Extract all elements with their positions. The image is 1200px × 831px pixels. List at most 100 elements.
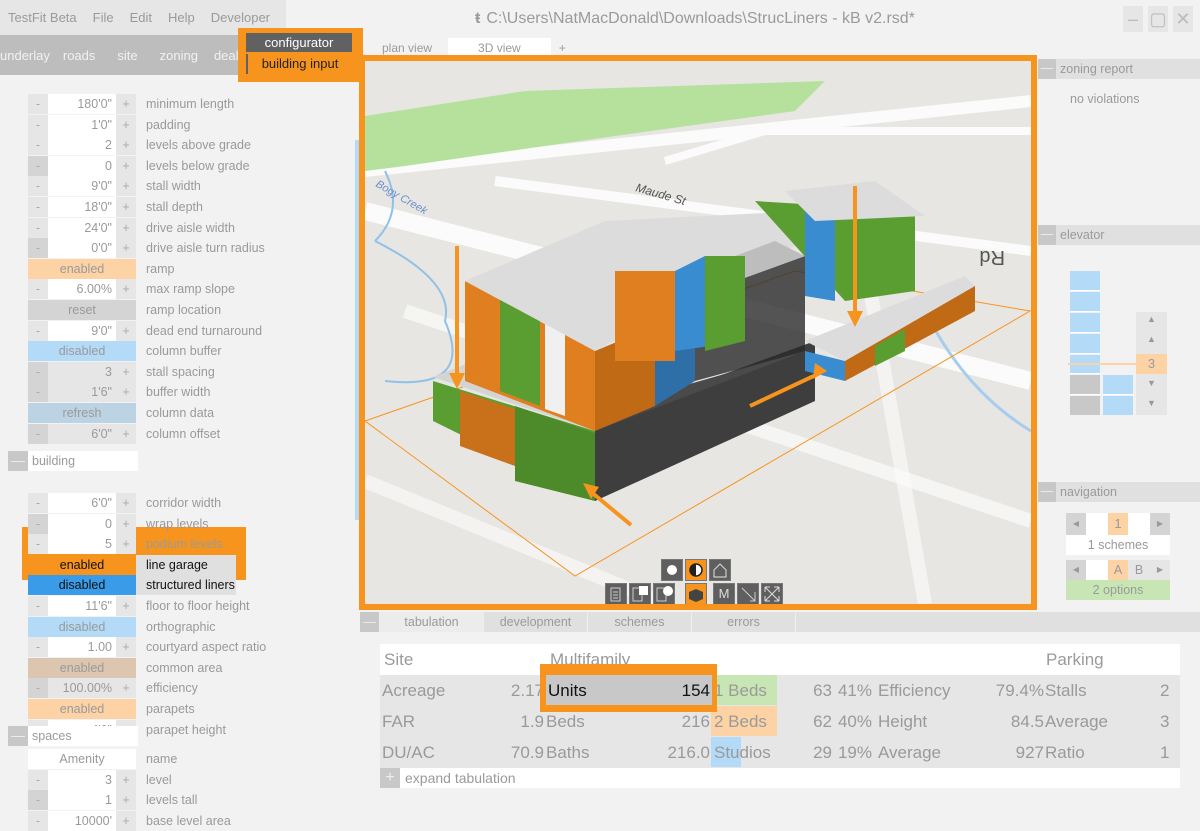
list-square-icon[interactable] [629,583,651,604]
increment-button[interactable]: + [116,596,136,616]
toggle-button[interactable]: enabled [28,657,136,678]
top-level-icon[interactable]: ▲ [1136,314,1167,332]
value-input[interactable]: 24'0" [48,217,116,238]
garage-level[interactable] [1103,396,1133,415]
decrement-button[interactable]: - [28,135,48,156]
increment-button[interactable]: + [116,423,136,444]
3d-viewport[interactable]: Maude St Rd Bogy Creek M [365,61,1031,604]
decrement-button[interactable]: - [28,94,48,114]
maximize-button[interactable]: ▢ [1148,6,1168,32]
toggle-button[interactable]: reset [28,300,136,320]
value-input[interactable]: 11'6" [48,596,116,616]
tab-site[interactable]: site [117,48,159,63]
decrement-button[interactable]: - [28,361,48,382]
value-input[interactable]: 5 [48,534,116,555]
decrement-button[interactable]: - [28,493,48,513]
value-input[interactable]: 10000' [48,810,116,831]
increment-button[interactable]: + [116,534,136,555]
increment-button[interactable]: + [116,94,136,114]
collapse-navigation-button[interactable]: — [1038,482,1056,502]
expand-tabulation-button[interactable]: + [380,768,400,788]
value-input[interactable]: 2 [48,135,116,156]
decrement-button[interactable]: - [28,810,48,831]
increment-button[interactable]: + [116,361,136,382]
increment-button[interactable]: + [116,176,136,197]
value-input[interactable]: 0 [48,513,116,534]
elevator-level[interactable] [1070,334,1100,354]
value-input[interactable]: 1'6" [48,382,116,403]
angle-icon[interactable] [737,583,759,604]
close-button[interactable]: ✕ [1173,6,1193,32]
collapse-bottom-button[interactable]: — [360,612,380,632]
decrement-button[interactable]: - [28,637,48,658]
value-input[interactable]: 3 [48,769,116,790]
menu-edit[interactable]: Edit [122,10,160,25]
home-icon[interactable] [709,559,731,581]
value-input[interactable]: 1.00 [48,637,116,658]
list-circle-icon[interactable] [653,583,675,604]
menu-app[interactable]: TestFit Beta [0,10,85,25]
increment-button[interactable]: + [116,513,136,534]
value-input[interactable]: 0'0" [48,238,116,259]
prev-option-icon[interactable]: ◀ [1066,560,1086,580]
elevator-level[interactable] [1070,271,1100,291]
decrement-button[interactable]: - [28,513,48,534]
increment-button[interactable]: + [116,637,136,658]
option-a[interactable]: A [1108,560,1128,580]
decrement-button[interactable]: - [28,678,48,699]
value-input[interactable]: 1 [48,790,116,811]
tab-development[interactable]: development [484,612,588,632]
increment-button[interactable]: + [116,320,136,341]
decrement-button[interactable]: - [28,596,48,616]
toggle-button[interactable]: disabled [28,616,136,637]
decrement-button[interactable]: - [28,382,48,403]
option-b[interactable]: B [1129,560,1149,580]
increment-button[interactable]: + [116,238,136,259]
elevator-level-below[interactable] [1070,396,1100,415]
increment-button[interactable]: + [116,279,136,300]
dropdown-item-building-input[interactable]: building input [246,54,352,74]
increment-button[interactable]: + [116,382,136,403]
tab-tabulation[interactable]: tabulation [380,612,484,632]
decrement-button[interactable]: - [28,114,48,135]
3d-scene[interactable]: Maude St Rd Bogy Creek [365,61,1031,604]
increment-button[interactable]: + [116,114,136,135]
tab-roads[interactable]: roads [63,48,118,63]
increment-button[interactable]: + [116,493,136,513]
decrement-button[interactable]: - [28,769,48,790]
tab-schemes[interactable]: schemes [588,612,692,632]
increment-button[interactable]: + [116,678,136,699]
tab-zoning[interactable]: zoning [160,48,214,63]
toggle-button[interactable]: disabled [28,575,136,596]
fullscreen-icon[interactable] [761,583,783,604]
decrement-button[interactable]: - [28,217,48,238]
next-scheme-icon[interactable]: ▶ [1150,513,1170,535]
decrement-button[interactable]: - [28,197,48,217]
increment-button[interactable]: + [116,155,136,176]
value-input[interactable]: 9'0" [48,176,116,197]
value-input[interactable]: 6'0" [48,493,116,513]
decrement-button[interactable]: - [28,423,48,444]
dropdown-item-configurator[interactable]: configurator [246,33,352,52]
value-input[interactable]: 100.00% [48,678,116,699]
decrement-button[interactable]: - [28,238,48,259]
value-input[interactable]: 3 [48,361,116,382]
collapse-building-button[interactable]: — [8,451,28,471]
garage-level[interactable] [1103,375,1133,395]
toggle-button[interactable]: enabled [28,699,136,719]
toggle-button[interactable]: refresh [28,403,136,423]
toggle-button[interactable]: enabled [28,554,136,575]
decrement-button[interactable]: - [28,155,48,176]
value-input[interactable]: 180'0" [48,94,116,114]
level-down-icon[interactable]: ▼ [1136,378,1167,396]
decrement-button[interactable]: - [28,320,48,341]
collapse-elevator-button[interactable]: — [1038,225,1056,245]
elevator-level[interactable] [1070,292,1100,312]
increment-button[interactable]: + [116,197,136,217]
cube-icon[interactable] [685,583,707,604]
next-option-icon[interactable]: ▶ [1150,560,1170,580]
prev-scheme-icon[interactable]: ◀ [1066,513,1086,535]
bottom-level-icon[interactable]: ▼ [1136,398,1167,416]
value-input[interactable]: 0 [48,155,116,176]
menu-developer[interactable]: Developer [203,10,278,25]
